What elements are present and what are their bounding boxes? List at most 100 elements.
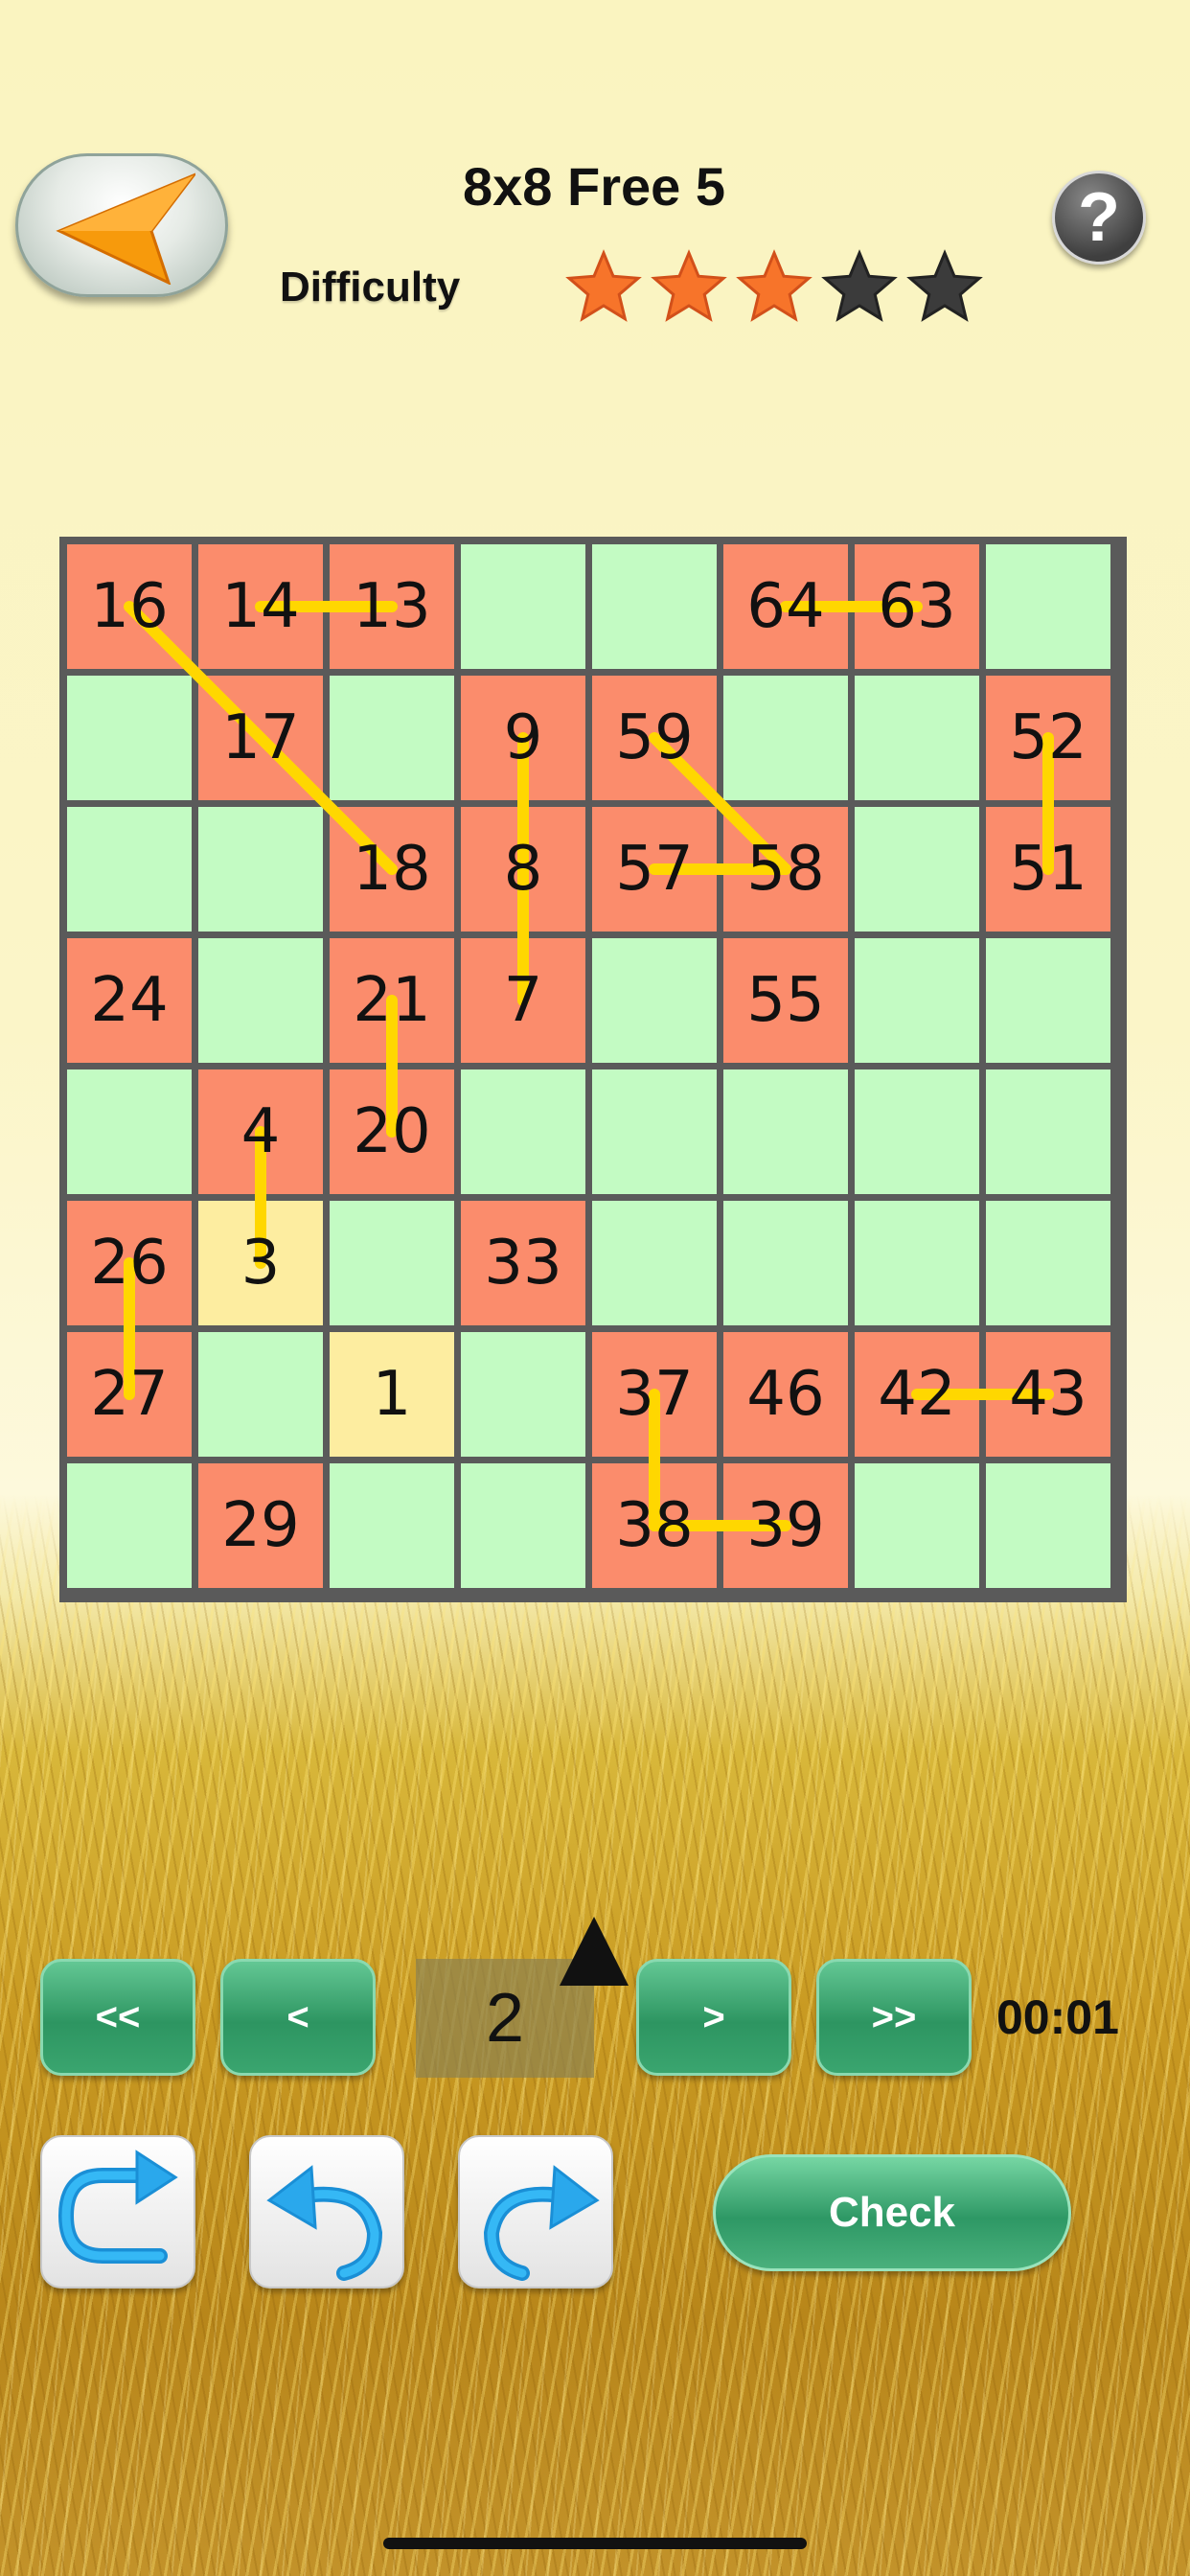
cell-number: 33	[484, 1228, 562, 1299]
number-cell[interactable]: 46	[723, 1332, 848, 1457]
cell-number: 18	[353, 834, 431, 905]
empty-cell[interactable]	[723, 676, 848, 800]
empty-cell[interactable]	[67, 807, 192, 932]
number-cell[interactable]: 21	[330, 938, 454, 1063]
help-button[interactable]: ?	[1052, 171, 1146, 264]
empty-cell[interactable]	[67, 676, 192, 800]
cell-number: 8	[503, 834, 543, 905]
empty-cell[interactable]	[67, 1070, 192, 1194]
number-cell[interactable]: 57	[592, 807, 717, 932]
empty-cell[interactable]	[198, 807, 323, 932]
number-cell[interactable]: 3	[198, 1201, 323, 1325]
empty-cell[interactable]	[330, 1201, 454, 1325]
empty-cell[interactable]	[592, 1070, 717, 1194]
empty-cell[interactable]	[198, 938, 323, 1063]
cell-number: 1	[372, 1359, 412, 1430]
undo-button[interactable]	[249, 2135, 404, 2288]
empty-cell[interactable]	[986, 1201, 1110, 1325]
empty-cell[interactable]	[855, 676, 979, 800]
cell-number: 42	[878, 1359, 956, 1430]
redo-arrow-icon	[483, 2165, 600, 2281]
empty-cell[interactable]	[723, 1070, 848, 1194]
empty-cell[interactable]	[67, 1463, 192, 1588]
empty-cell[interactable]	[330, 1463, 454, 1588]
number-cell[interactable]: 14	[198, 544, 323, 669]
empty-cell[interactable]	[986, 938, 1110, 1063]
empty-cell[interactable]	[986, 544, 1110, 669]
number-cell[interactable]: 43	[986, 1332, 1110, 1457]
number-cell[interactable]: 63	[855, 544, 979, 669]
empty-cell[interactable]	[855, 1463, 979, 1588]
puzzle-title: 8x8 Free 5	[463, 156, 725, 217]
reset-button[interactable]	[40, 2135, 195, 2288]
number-cell[interactable]: 8	[461, 807, 585, 932]
back-button[interactable]	[15, 153, 228, 297]
number-cell[interactable]: 42	[855, 1332, 979, 1457]
cell-number: 20	[353, 1096, 431, 1167]
empty-cell[interactable]	[855, 938, 979, 1063]
empty-cell[interactable]	[461, 1463, 585, 1588]
empty-cell[interactable]	[461, 544, 585, 669]
empty-cell[interactable]	[986, 1463, 1110, 1588]
star-empty-icon	[906, 249, 983, 322]
last-button[interactable]: >>	[816, 1959, 972, 2076]
number-cell[interactable]: 26	[67, 1201, 192, 1325]
number-cell[interactable]: 16	[67, 544, 192, 669]
star-filled-icon	[565, 249, 642, 322]
number-cell[interactable]: 7	[461, 938, 585, 1063]
empty-cell[interactable]	[198, 1332, 323, 1457]
empty-cell[interactable]	[461, 1070, 585, 1194]
number-cell[interactable]: 58	[723, 807, 848, 932]
orange-arrow-left-icon	[56, 172, 195, 285]
star-filled-icon	[736, 249, 812, 322]
number-cell[interactable]: 38	[592, 1463, 717, 1588]
star-filled-icon	[651, 249, 727, 322]
cell-number: 13	[353, 571, 431, 642]
number-cell[interactable]: 27	[67, 1332, 192, 1457]
triangle-marker-icon	[560, 1917, 629, 1986]
first-button[interactable]: <<	[40, 1959, 195, 2076]
timer: 00:01	[996, 1990, 1119, 2044]
number-cell[interactable]: 18	[330, 807, 454, 932]
number-cell[interactable]: 52	[986, 676, 1110, 800]
puzzle-grid: 16 14 13 64 63 17 9 59 52 18 8 57 58 51 24 21 7 55 4 20 26 3 3…	[67, 544, 1119, 1595]
empty-cell[interactable]	[986, 1070, 1110, 1194]
number-cell[interactable]: 17	[198, 676, 323, 800]
difficulty-stars	[565, 249, 983, 326]
empty-cell[interactable]	[855, 1070, 979, 1194]
cell-number: 51	[1009, 834, 1087, 905]
check-button[interactable]: Check	[713, 2154, 1071, 2271]
number-cell[interactable]: 4	[198, 1070, 323, 1194]
home-indicator	[383, 2538, 807, 2549]
number-cell[interactable]: 29	[198, 1463, 323, 1588]
cell-number: 26	[90, 1228, 169, 1299]
number-cell[interactable]: 59	[592, 676, 717, 800]
number-cell[interactable]: 64	[723, 544, 848, 669]
number-cell[interactable]: 33	[461, 1201, 585, 1325]
number-cell[interactable]: 24	[67, 938, 192, 1063]
prev-button[interactable]: <	[220, 1959, 376, 2076]
number-cell[interactable]: 37	[592, 1332, 717, 1457]
number-cell[interactable]: 55	[723, 938, 848, 1063]
number-cell[interactable]: 39	[723, 1463, 848, 1588]
number-cell[interactable]: 20	[330, 1070, 454, 1194]
empty-cell[interactable]	[592, 1201, 717, 1325]
empty-cell[interactable]	[723, 1201, 848, 1325]
number-cell[interactable]: 9	[461, 676, 585, 800]
cell-number: 29	[221, 1490, 300, 1561]
number-cell[interactable]: 51	[986, 807, 1110, 932]
empty-cell[interactable]	[592, 938, 717, 1063]
difficulty-label: Difficulty	[280, 264, 461, 310]
empty-cell[interactable]	[855, 1201, 979, 1325]
redo-button[interactable]	[458, 2135, 613, 2288]
number-cell[interactable]: 1	[330, 1332, 454, 1457]
star-empty-icon	[821, 249, 898, 322]
empty-cell[interactable]	[855, 807, 979, 932]
empty-cell[interactable]	[330, 676, 454, 800]
cell-number: 57	[615, 834, 694, 905]
cell-number: 4	[240, 1096, 281, 1167]
next-button[interactable]: >	[636, 1959, 791, 2076]
number-cell[interactable]: 13	[330, 544, 454, 669]
empty-cell[interactable]	[592, 544, 717, 669]
empty-cell[interactable]	[461, 1332, 585, 1457]
